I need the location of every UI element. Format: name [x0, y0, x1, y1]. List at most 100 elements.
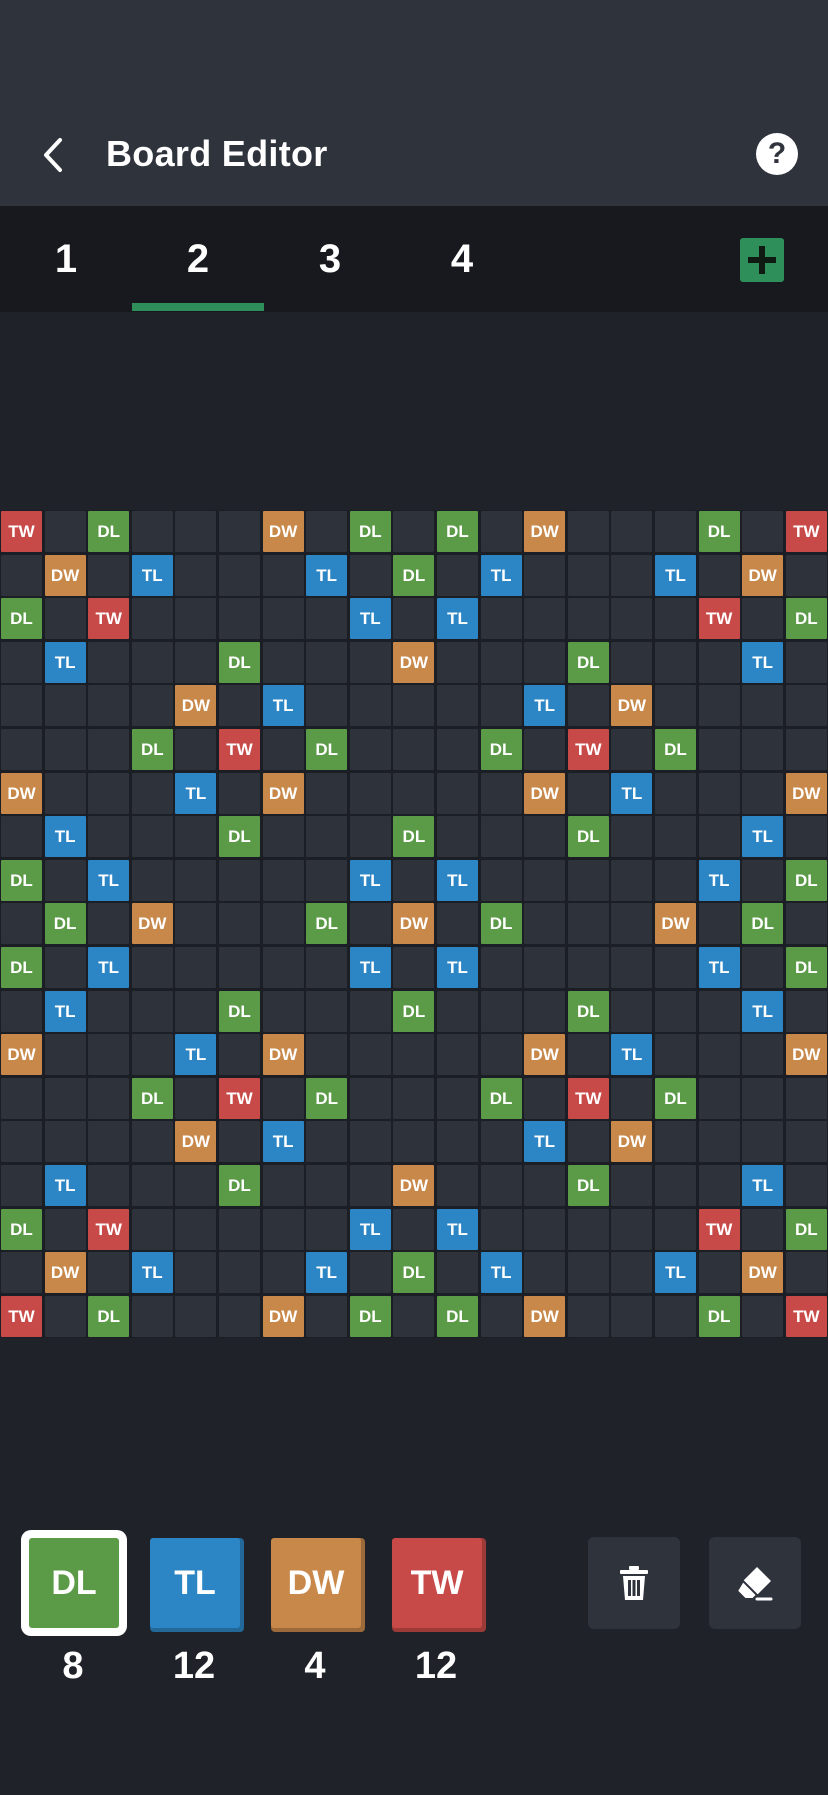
board-cell-empty[interactable]	[785, 641, 827, 683]
board-cell-dw[interactable]: DW	[524, 772, 566, 814]
board-cell-tl[interactable]: TL	[175, 772, 217, 814]
board-cell-empty[interactable]	[437, 685, 478, 727]
board-cell-empty[interactable]	[88, 1252, 130, 1294]
board-cell-empty[interactable]	[393, 859, 435, 901]
board-cell-empty[interactable]	[698, 554, 740, 596]
board-cell-tw[interactable]: TW	[1, 1295, 42, 1337]
board-cell-tw[interactable]: TW	[785, 1295, 827, 1337]
board-cell-empty[interactable]	[88, 1121, 130, 1163]
board-cell-empty[interactable]	[655, 641, 696, 683]
board-cell-empty[interactable]	[175, 729, 217, 770]
board-cell-empty[interactable]	[306, 1208, 348, 1250]
board-cell-empty[interactable]	[785, 1077, 827, 1119]
board-cell-empty[interactable]	[1, 990, 42, 1032]
board-cell-empty[interactable]	[349, 1165, 391, 1206]
board-cell-dl[interactable]: DL	[219, 641, 260, 683]
board-cell-empty[interactable]	[567, 511, 609, 552]
board-cell-empty[interactable]	[567, 1208, 609, 1250]
board-cell-dw[interactable]: DW	[785, 772, 827, 814]
board-cell-empty[interactable]	[175, 947, 217, 988]
board-cell-empty[interactable]	[611, 1295, 653, 1337]
board-cell-empty[interactable]	[567, 772, 609, 814]
board-cell-empty[interactable]	[698, 772, 740, 814]
board-cell-dl[interactable]: DL	[655, 729, 696, 770]
board-cell-empty[interactable]	[88, 554, 130, 596]
board-cell-empty[interactable]	[175, 903, 217, 945]
board-cell-empty[interactable]	[306, 990, 348, 1032]
board-cell-dl[interactable]: DL	[742, 903, 784, 945]
board-cell-dl[interactable]: DL	[437, 511, 478, 552]
board-cell-empty[interactable]	[175, 816, 217, 858]
board-cell-tl[interactable]: TL	[306, 1252, 348, 1294]
board-cell-empty[interactable]	[306, 685, 348, 727]
board-cell-empty[interactable]	[742, 1295, 784, 1337]
board-cell-empty[interactable]	[175, 1252, 217, 1294]
board-cell-empty[interactable]	[262, 1208, 304, 1250]
board-cell-empty[interactable]	[393, 772, 435, 814]
board-cell-tl[interactable]: TL	[88, 859, 130, 901]
board-cell-empty[interactable]	[393, 1121, 435, 1163]
board-cell-empty[interactable]	[698, 816, 740, 858]
board-cell-empty[interactable]	[306, 641, 348, 683]
board-cell-tl[interactable]: TL	[611, 1034, 653, 1076]
board-cell-tw[interactable]: TW	[698, 598, 740, 640]
board-cell-empty[interactable]	[437, 816, 478, 858]
board-cell-tw[interactable]: TW	[219, 1077, 260, 1119]
board-cell-dl[interactable]: DL	[131, 1077, 173, 1119]
board-cell-dw[interactable]: DW	[131, 903, 173, 945]
board-cell-empty[interactable]	[262, 598, 304, 640]
board-cell-dw[interactable]: DW	[1, 1034, 42, 1076]
board-cell-empty[interactable]	[698, 729, 740, 770]
board-cell-empty[interactable]	[131, 1208, 173, 1250]
board-cell-dl[interactable]: DL	[785, 598, 827, 640]
board-cell-empty[interactable]	[306, 1121, 348, 1163]
board-cell-empty[interactable]	[567, 859, 609, 901]
board-cell-empty[interactable]	[785, 729, 827, 770]
board-cell-empty[interactable]	[567, 1034, 609, 1076]
board-cell-empty[interactable]	[131, 1295, 173, 1337]
board-cell-empty[interactable]	[655, 1295, 696, 1337]
board-cell-tl[interactable]: TL	[655, 1252, 696, 1294]
board-cell-empty[interactable]	[349, 554, 391, 596]
board-cell-empty[interactable]	[44, 1295, 86, 1337]
back-button[interactable]	[36, 132, 72, 178]
board-cell-empty[interactable]	[698, 685, 740, 727]
help-button[interactable]: ?	[756, 133, 798, 175]
board-cell-dw[interactable]: DW	[524, 1034, 566, 1076]
board-cell-tw[interactable]: TW	[219, 729, 260, 770]
board-cell-empty[interactable]	[698, 641, 740, 683]
board-cell-empty[interactable]	[44, 1208, 86, 1250]
board-cell-dw[interactable]: DW	[655, 903, 696, 945]
board-cell-empty[interactable]	[437, 772, 478, 814]
board-cell-empty[interactable]	[131, 511, 173, 552]
board-cell-empty[interactable]	[742, 947, 784, 988]
board-cell-dl[interactable]: DL	[131, 729, 173, 770]
board-cell-empty[interactable]	[742, 859, 784, 901]
board-cell-empty[interactable]	[306, 1295, 348, 1337]
board-cell-tl[interactable]: TL	[44, 990, 86, 1032]
board-cell-empty[interactable]	[785, 990, 827, 1032]
board-cell-empty[interactable]	[349, 1252, 391, 1294]
board-cell-empty[interactable]	[480, 947, 522, 988]
board-cell-empty[interactable]	[219, 947, 260, 988]
board-cell-empty[interactable]	[698, 1252, 740, 1294]
board-cell-tw[interactable]: TW	[698, 1208, 740, 1250]
board-cell-dl[interactable]: DL	[785, 859, 827, 901]
board-cell-empty[interactable]	[437, 1077, 478, 1119]
board-cell-dl[interactable]: DL	[349, 511, 391, 552]
board-cell-empty[interactable]	[480, 1208, 522, 1250]
board-cell-tl[interactable]: TL	[480, 554, 522, 596]
board-cell-empty[interactable]	[524, 554, 566, 596]
board-cell-dl[interactable]: DL	[480, 729, 522, 770]
board-cell-empty[interactable]	[655, 990, 696, 1032]
board-cell-empty[interactable]	[611, 990, 653, 1032]
board-cell-tl[interactable]: TL	[262, 1121, 304, 1163]
board-cell-dw[interactable]: DW	[262, 772, 304, 814]
board-cell-empty[interactable]	[306, 598, 348, 640]
board-cell-dl[interactable]: DL	[349, 1295, 391, 1337]
board-cell-empty[interactable]	[131, 947, 173, 988]
board-cell-empty[interactable]	[219, 1208, 260, 1250]
board-cell-dl[interactable]: DL	[393, 816, 435, 858]
board-cell-empty[interactable]	[349, 1121, 391, 1163]
board-cell-empty[interactable]	[349, 990, 391, 1032]
